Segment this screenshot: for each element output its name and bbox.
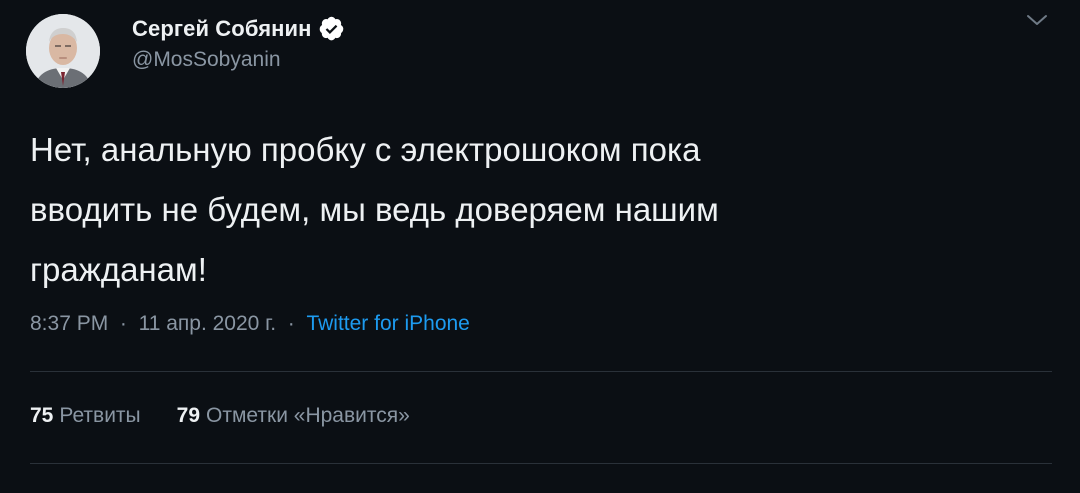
verified-badge-icon [318,15,345,42]
meta-separator: · [281,312,301,335]
tweet-date[interactable]: 11 апр. 2020 г. [139,312,277,335]
author-name-row[interactable]: Сергей Собянин [132,15,345,42]
likes-stat[interactable]: 79 Отметки «Нравится» [177,404,410,428]
tweet-stats: 75 Ретвиты 79 Отметки «Нравится» [30,404,410,428]
author-handle[interactable]: @MosSobyanin [132,48,281,72]
likes-count: 79 [176,404,201,427]
divider [30,371,1052,372]
tweet-time[interactable]: 8:37 PM [30,312,108,335]
avatar[interactable] [26,14,100,88]
meta-separator: · [114,312,133,335]
divider [30,463,1052,464]
tweet-text-line: Нет, анальную пробку с электрошоком пока [30,131,701,168]
retweets-count: 75 [30,404,54,427]
tweet-text-line: гражданам! [30,251,207,288]
tweet-source-link[interactable]: Twitter for iPhone [306,312,469,335]
retweets-label: Ретвиты [59,404,141,427]
chevron-down-icon[interactable] [1024,10,1050,30]
tweet-text-line: вводить не будем, мы ведь доверяем нашим [30,191,719,228]
retweets-stat[interactable]: 75 Ретвиты [30,404,141,428]
tweet-text: Нет, анальную пробку с электрошоком пока… [30,120,1030,300]
avatar-photo [26,14,100,88]
tweet-meta: 8:37 PM · 11 апр. 2020 г. · Twitter for … [30,312,470,336]
likes-label: Отметки «Нравится» [206,404,410,427]
author-display-name[interactable]: Сергей Собянин [132,16,312,42]
tweet-card: Сергей Собянин @MosSobyanin Нет, анальну… [0,0,1080,493]
